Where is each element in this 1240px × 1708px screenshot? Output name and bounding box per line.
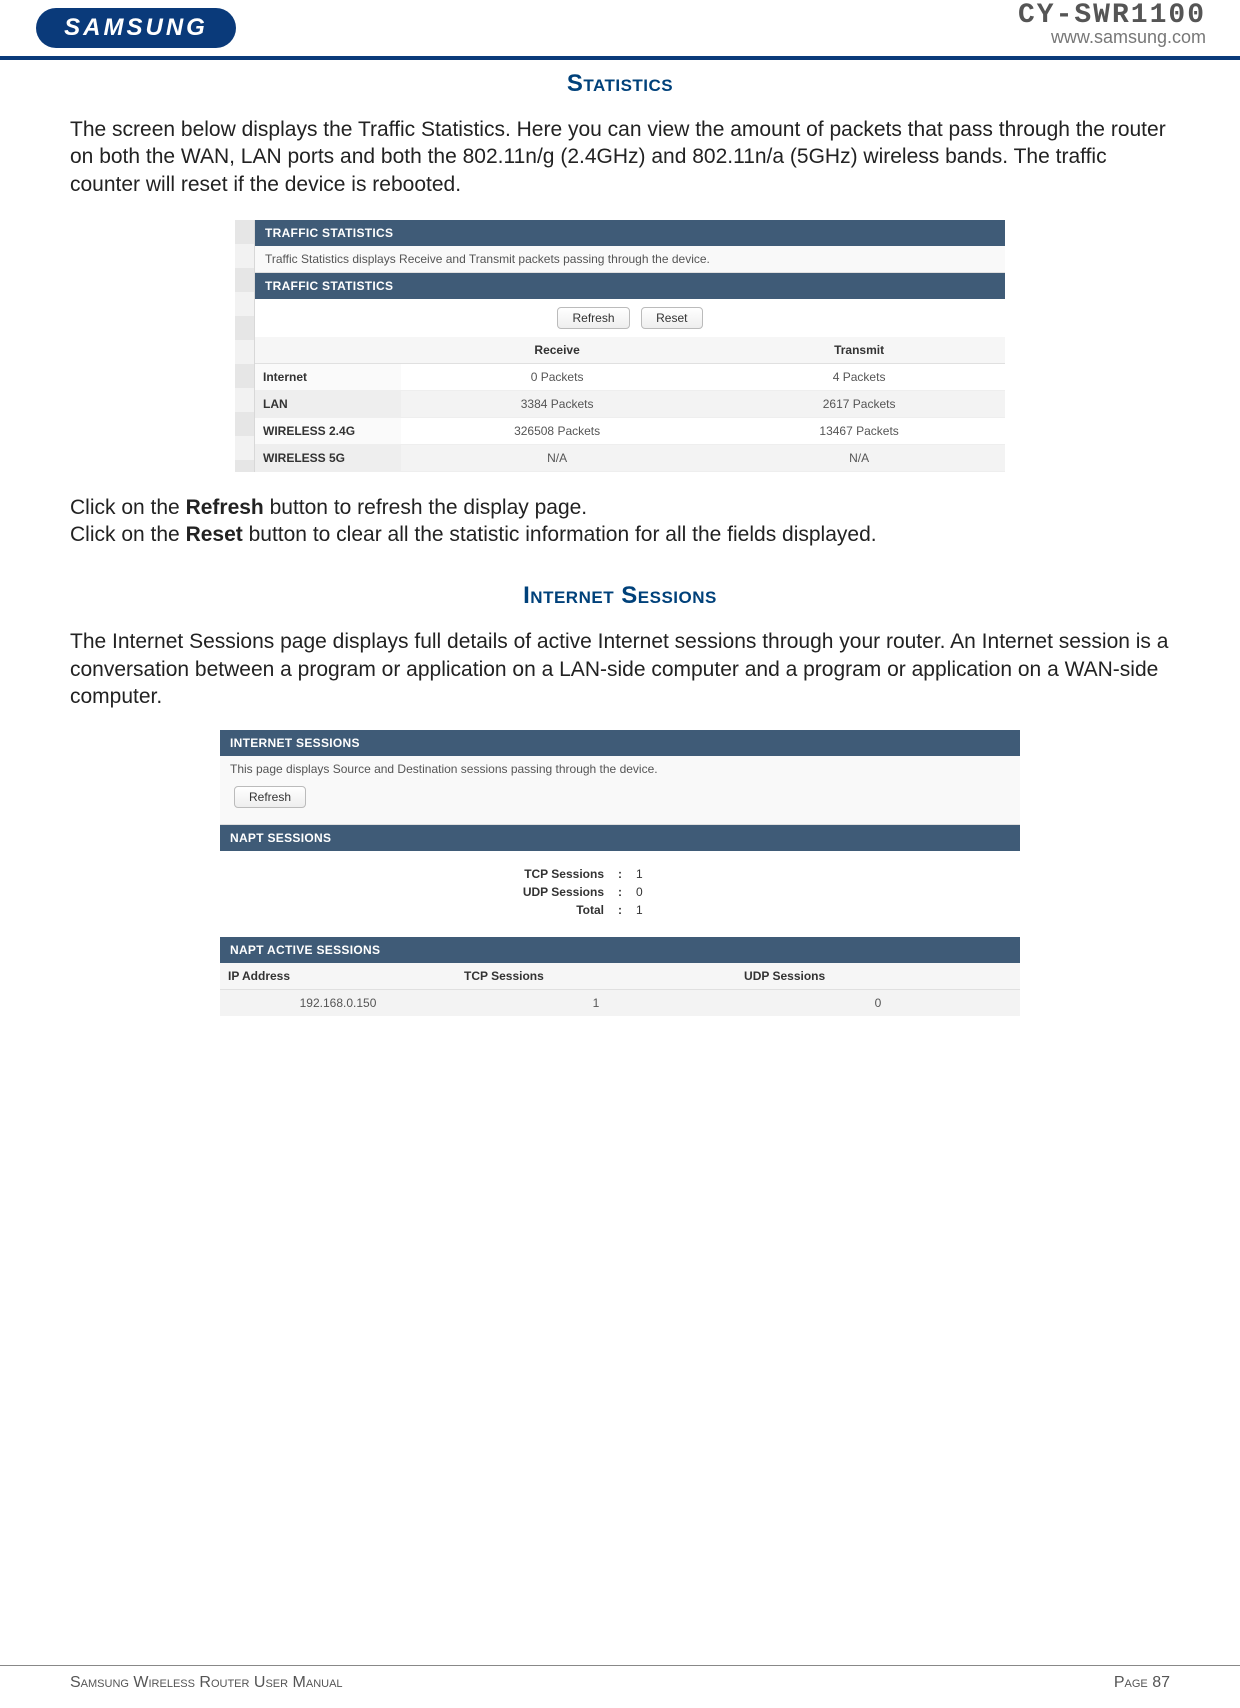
side-gutter xyxy=(235,220,255,472)
udp-sessions-value: 0 xyxy=(630,885,1020,899)
cell-transmit: 13467 Packets xyxy=(713,417,1005,444)
napt-summary: TCP Sessions : 1 UDP Sessions : 0 Total … xyxy=(220,851,1020,937)
table-row: 192.168.0.150 1 0 xyxy=(220,990,1020,1017)
napt-sessions-header: NAPT SESSIONS xyxy=(220,825,1020,851)
cell-transmit: N/A xyxy=(713,444,1005,471)
col-transmit: Transmit xyxy=(713,337,1005,364)
refresh-button[interactable]: Refresh xyxy=(234,786,306,808)
tcp-sessions-value: 1 xyxy=(630,867,1020,881)
tcp-sessions-label: TCP Sessions xyxy=(220,867,610,881)
cell-receive: 326508 Packets xyxy=(401,417,713,444)
traffic-statistics-panel: TRAFFIC STATISTICS Traffic Statistics di… xyxy=(235,220,1005,472)
cell-transmit: 4 Packets xyxy=(713,363,1005,390)
page-content: Statistics The screen below displays the… xyxy=(0,60,1240,1016)
col-tcp: TCP Sessions xyxy=(456,963,736,990)
model-block: CY-SWR1100 www.samsung.com xyxy=(1018,0,1206,48)
col-ip: IP Address xyxy=(220,963,456,990)
cell-receive: 0 Packets xyxy=(401,363,713,390)
page-header: SAMSUNG CY-SWR1100 www.samsung.com xyxy=(0,0,1240,60)
row-label: LAN xyxy=(255,390,401,417)
section-title-statistics: Statistics xyxy=(70,70,1170,98)
table-row: WIRELESS 5G N/A N/A xyxy=(255,444,1005,471)
cell-receive: 3384 Packets xyxy=(401,390,713,417)
row-label: Internet xyxy=(255,363,401,390)
cell-tcp: 1 xyxy=(456,990,736,1017)
total-sessions-value: 1 xyxy=(630,903,1020,917)
footer-right: Page 87 xyxy=(1114,1674,1170,1692)
manual-page: SAMSUNG CY-SWR1100 www.samsung.com Stati… xyxy=(0,0,1240,1708)
traffic-stats-header-1: TRAFFIC STATISTICS xyxy=(255,220,1005,246)
sessions-note: This page displays Source and Destinatio… xyxy=(220,756,1020,782)
footer-left: Samsung Wireless Router User Manual xyxy=(70,1674,343,1692)
cell-transmit: 2617 Packets xyxy=(713,390,1005,417)
sessions-header: INTERNET SESSIONS xyxy=(220,730,1020,756)
traffic-stats-note: Traffic Statistics displays Receive and … xyxy=(255,246,1005,273)
reset-button[interactable]: Reset xyxy=(641,307,702,329)
col-receive: Receive xyxy=(401,337,713,364)
statistics-hint-refresh: Click on the Refresh button to refresh t… xyxy=(70,494,1170,521)
table-row: LAN 3384 Packets 2617 Packets xyxy=(255,390,1005,417)
col-udp: UDP Sessions xyxy=(736,963,1020,990)
total-sessions-label: Total xyxy=(220,903,610,917)
statistics-hint-reset: Click on the Reset button to clear all t… xyxy=(70,521,1170,548)
napt-active-table: IP Address TCP Sessions UDP Sessions 192… xyxy=(220,963,1020,1016)
samsung-logo: SAMSUNG xyxy=(36,8,236,48)
cell-ip: 192.168.0.150 xyxy=(220,990,456,1017)
row-label: WIRELESS 5G xyxy=(255,444,401,471)
page-footer: Samsung Wireless Router User Manual Page… xyxy=(0,1665,1240,1692)
cell-receive: N/A xyxy=(401,444,713,471)
refresh-button[interactable]: Refresh xyxy=(557,307,629,329)
cell-udp: 0 xyxy=(736,990,1020,1017)
table-row: WIRELESS 2.4G 326508 Packets 13467 Packe… xyxy=(255,417,1005,444)
table-row: Internet 0 Packets 4 Packets xyxy=(255,363,1005,390)
internet-sessions-panel: INTERNET SESSIONS This page displays Sou… xyxy=(220,730,1020,1016)
traffic-stats-table: Receive Transmit Internet 0 Packets 4 Pa… xyxy=(255,337,1005,472)
sessions-intro: The Internet Sessions page displays full… xyxy=(70,628,1170,710)
napt-active-header: NAPT ACTIVE SESSIONS xyxy=(220,937,1020,963)
statistics-intro: The screen below displays the Traffic St… xyxy=(70,116,1170,198)
row-label: WIRELESS 2.4G xyxy=(255,417,401,444)
udp-sessions-label: UDP Sessions xyxy=(220,885,610,899)
traffic-stats-header-2: TRAFFIC STATISTICS xyxy=(255,273,1005,299)
section-title-sessions: Internet Sessions xyxy=(70,582,1170,610)
traffic-stats-button-bar: Refresh Reset xyxy=(255,299,1005,337)
